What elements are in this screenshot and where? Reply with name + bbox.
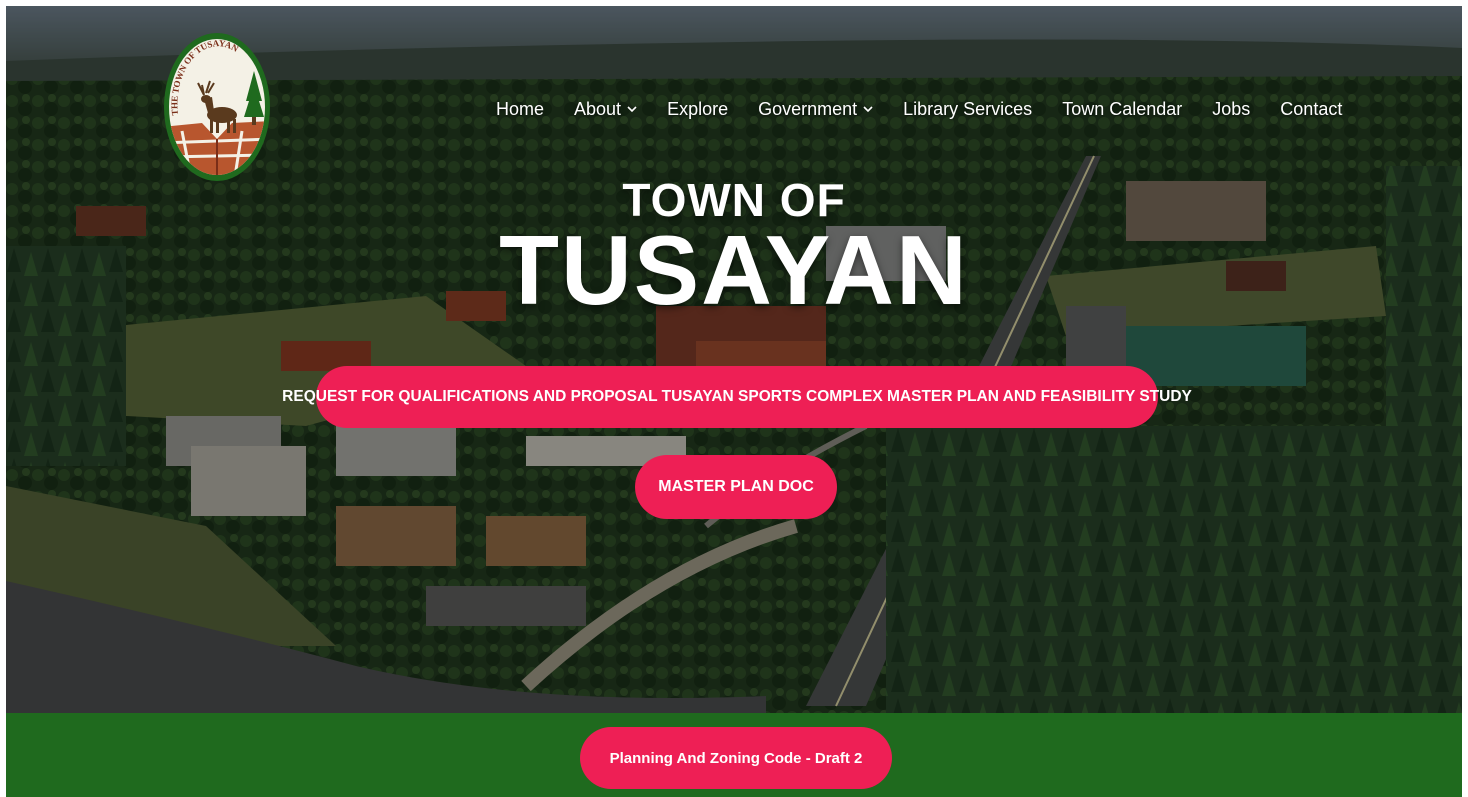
- hero-title-line2: TUSAYAN: [499, 215, 969, 325]
- nav-government-label: Government: [758, 98, 858, 119]
- nav-about[interactable]: About: [574, 99, 637, 120]
- rfq-button[interactable]: REQUEST FOR QUALIFICATIONS AND PROPOSAL …: [282, 366, 1192, 428]
- nav-jobs-label: Jobs: [1212, 98, 1251, 119]
- master-plan-doc-button[interactable]: MASTER PLAN DOC: [635, 455, 837, 519]
- nav-library-services[interactable]: Library Services: [903, 99, 1032, 120]
- town-seal-icon: THE TOWN OF TUSAYAN: [164, 33, 270, 181]
- page: THE TOWN OF TUSAYAN Home About Explore G…: [6, 6, 1462, 797]
- nav-contact[interactable]: Contact: [1280, 99, 1342, 120]
- chevron-down-icon: [863, 106, 873, 113]
- nav-contact-label: Contact: [1280, 98, 1343, 119]
- zoning-code-button[interactable]: Planning And Zoning Code - Draft 2: [580, 727, 892, 789]
- nav-town-calendar-label: Town Calendar: [1062, 98, 1183, 119]
- town-logo[interactable]: THE TOWN OF TUSAYAN: [162, 31, 272, 183]
- nav-explore-label: Explore: [667, 98, 729, 119]
- nav-town-calendar[interactable]: Town Calendar: [1062, 99, 1182, 120]
- nav-home[interactable]: Home: [496, 99, 544, 120]
- chevron-down-icon: [627, 106, 637, 113]
- nav-jobs[interactable]: Jobs: [1212, 99, 1250, 120]
- nav-library-services-label: Library Services: [903, 98, 1033, 119]
- nav-government[interactable]: Government: [758, 99, 873, 120]
- nav-explore[interactable]: Explore: [667, 99, 728, 120]
- nav-about-label: About: [574, 98, 622, 119]
- main-nav: Home About Explore Government Library Se…: [496, 94, 1342, 124]
- nav-home-label: Home: [496, 98, 545, 119]
